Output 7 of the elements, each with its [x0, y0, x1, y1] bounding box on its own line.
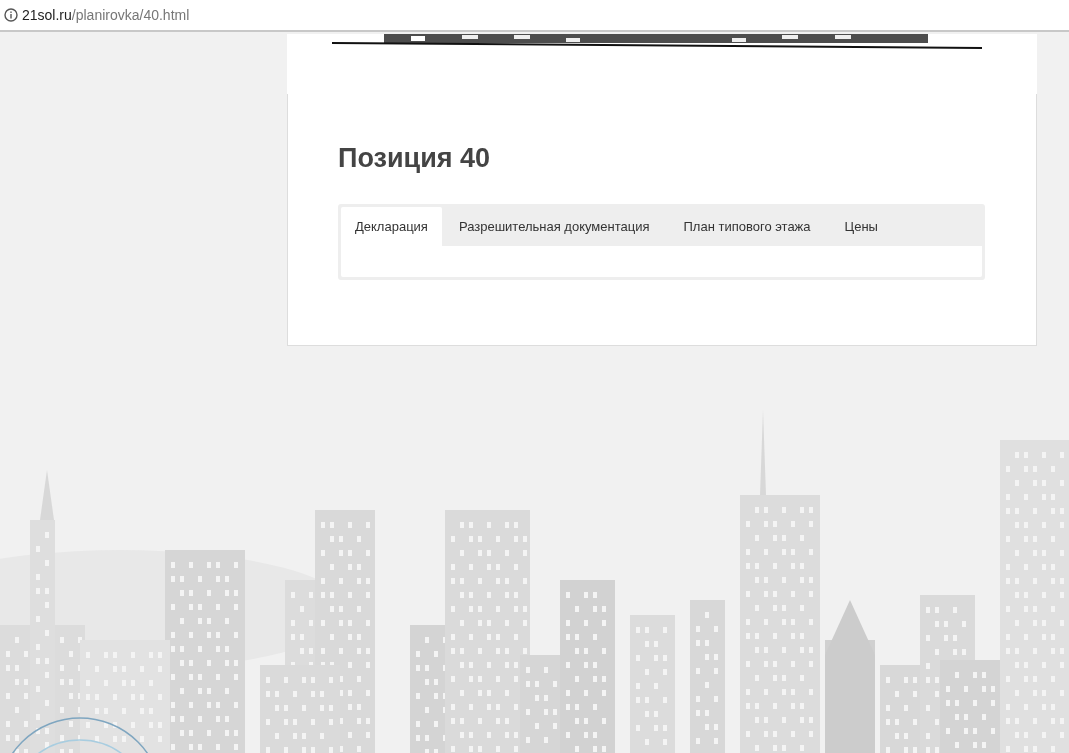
tab[interactable]: План типового этажа — [666, 207, 828, 246]
url-field[interactable]: 21sol.ru/planirovka/40.html — [22, 4, 190, 26]
tab[interactable]: Цены — [827, 207, 895, 246]
tab[interactable]: Разрешительная документация — [441, 207, 667, 246]
info-icon[interactable] — [4, 8, 18, 22]
page-heading: Позиция 40 — [338, 142, 492, 174]
tab[interactable]: Декларация — [341, 207, 442, 246]
